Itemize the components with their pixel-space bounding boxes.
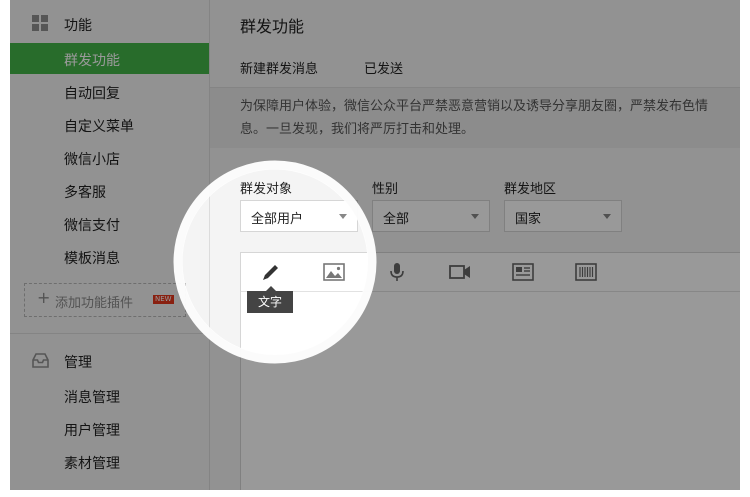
gender-label: 性别 xyxy=(372,182,399,197)
chevron-down-icon xyxy=(603,214,611,219)
sidebar-item-label: 模板消息 xyxy=(64,251,120,267)
sidebar-item-auto-reply[interactable]: 自动回复 xyxy=(10,76,209,107)
manage-section-label: 管理 xyxy=(64,355,92,371)
main-content: 群发功能 新建群发消息 已发送 为保障用户体验，微信公众平台严禁恶意营销以及诱导… xyxy=(210,0,740,490)
sidebar-item-user-management[interactable]: 用户管理 xyxy=(10,413,209,444)
microphone-icon[interactable] xyxy=(385,261,409,283)
sidebar-item-customer-service[interactable]: 多客服 xyxy=(10,175,209,206)
add-plugin-button[interactable]: + 添加功能插件 NEW xyxy=(24,283,186,317)
tab-bar: 新建群发消息 已发送 xyxy=(210,47,740,91)
notice-line-1: 为保障用户体验，微信公众平台严禁恶意营销以及诱导分享朋友圈，严禁发布色情 xyxy=(240,99,709,114)
plus-icon: + xyxy=(37,288,51,307)
manage-section-header: 管理 xyxy=(10,345,209,375)
sidebar-item-label: 自定义菜单 xyxy=(64,119,134,135)
sidebar-item-label: 消息管理 xyxy=(64,390,120,406)
region-select[interactable]: 国家 xyxy=(504,200,622,232)
new-badge: NEW xyxy=(153,295,174,304)
image-icon[interactable] xyxy=(322,261,346,283)
notice-line-2: 息。一旦发现，我们将严厉打击和处理。 xyxy=(240,122,475,137)
target-select-value: 全部用户 xyxy=(251,212,304,227)
sidebar-item-wechat-store[interactable]: 微信小店 xyxy=(10,142,209,173)
chevron-down-icon xyxy=(339,214,347,219)
region-label: 群发地区 xyxy=(504,182,557,197)
sidebar-item-label: 自动回复 xyxy=(64,86,120,102)
chevron-down-icon xyxy=(471,214,479,219)
tab-new-mass-message[interactable]: 新建群发消息 xyxy=(240,58,319,91)
notice-banner: 为保障用户体验，微信公众平台严禁恶意营销以及诱导分享朋友圈，严禁发布色情 息。一… xyxy=(210,88,740,148)
page-title: 群发功能 xyxy=(240,17,305,36)
sidebar-item-label: 微信小店 xyxy=(64,152,120,168)
sidebar-item-template-message[interactable]: 模板消息 xyxy=(10,241,209,272)
sidebar-item-wechat-pay[interactable]: 微信支付 xyxy=(10,208,209,239)
tab-sent[interactable]: 已发送 xyxy=(364,58,403,77)
sidebar-item-material-management[interactable]: 素材管理 xyxy=(10,446,209,477)
gender-select[interactable]: 全部 xyxy=(372,200,490,232)
sidebar-item-label: 用户管理 xyxy=(64,423,120,439)
sidebar-item-message-management[interactable]: 消息管理 xyxy=(10,380,209,411)
sidebar-item-custom-menu[interactable]: 自定义菜单 xyxy=(10,109,209,140)
inbox-icon xyxy=(32,353,49,368)
features-section-header: 功能 xyxy=(10,8,209,38)
sidebar-item-label: 多客服 xyxy=(64,185,106,201)
add-plugin-label: 添加功能插件 xyxy=(55,296,134,311)
sidebar-item-mass-send[interactable]: 群发功能 xyxy=(10,43,209,74)
grid-icon xyxy=(32,15,48,31)
editor-toolbar xyxy=(241,253,740,292)
message-editor[interactable]: 文字 xyxy=(240,252,740,490)
sidebar-divider xyxy=(10,333,209,334)
barcode-icon[interactable] xyxy=(574,261,598,283)
app-frame: 功能 群发功能 自动回复 自定义菜单 微信小店 多客服 微信支付 模板消息 + … xyxy=(10,0,740,490)
sidebar-item-label: 群发功能 xyxy=(64,53,120,69)
target-select[interactable]: 全部用户 xyxy=(240,200,358,232)
sidebar-item-label: 微信支付 xyxy=(64,218,120,234)
pencil-icon[interactable] xyxy=(259,261,283,283)
region-select-value: 国家 xyxy=(515,212,542,227)
video-icon[interactable] xyxy=(448,261,472,283)
target-label: 群发对象 xyxy=(240,182,293,197)
features-section-label: 功能 xyxy=(64,18,92,34)
gender-select-value: 全部 xyxy=(383,212,410,227)
sidebar-item-label: 素材管理 xyxy=(64,456,120,472)
sidebar: 功能 群发功能 自动回复 自定义菜单 微信小店 多客服 微信支付 模板消息 + … xyxy=(10,0,210,490)
article-icon[interactable] xyxy=(511,261,535,283)
text-tooltip: 文字 xyxy=(247,286,293,313)
